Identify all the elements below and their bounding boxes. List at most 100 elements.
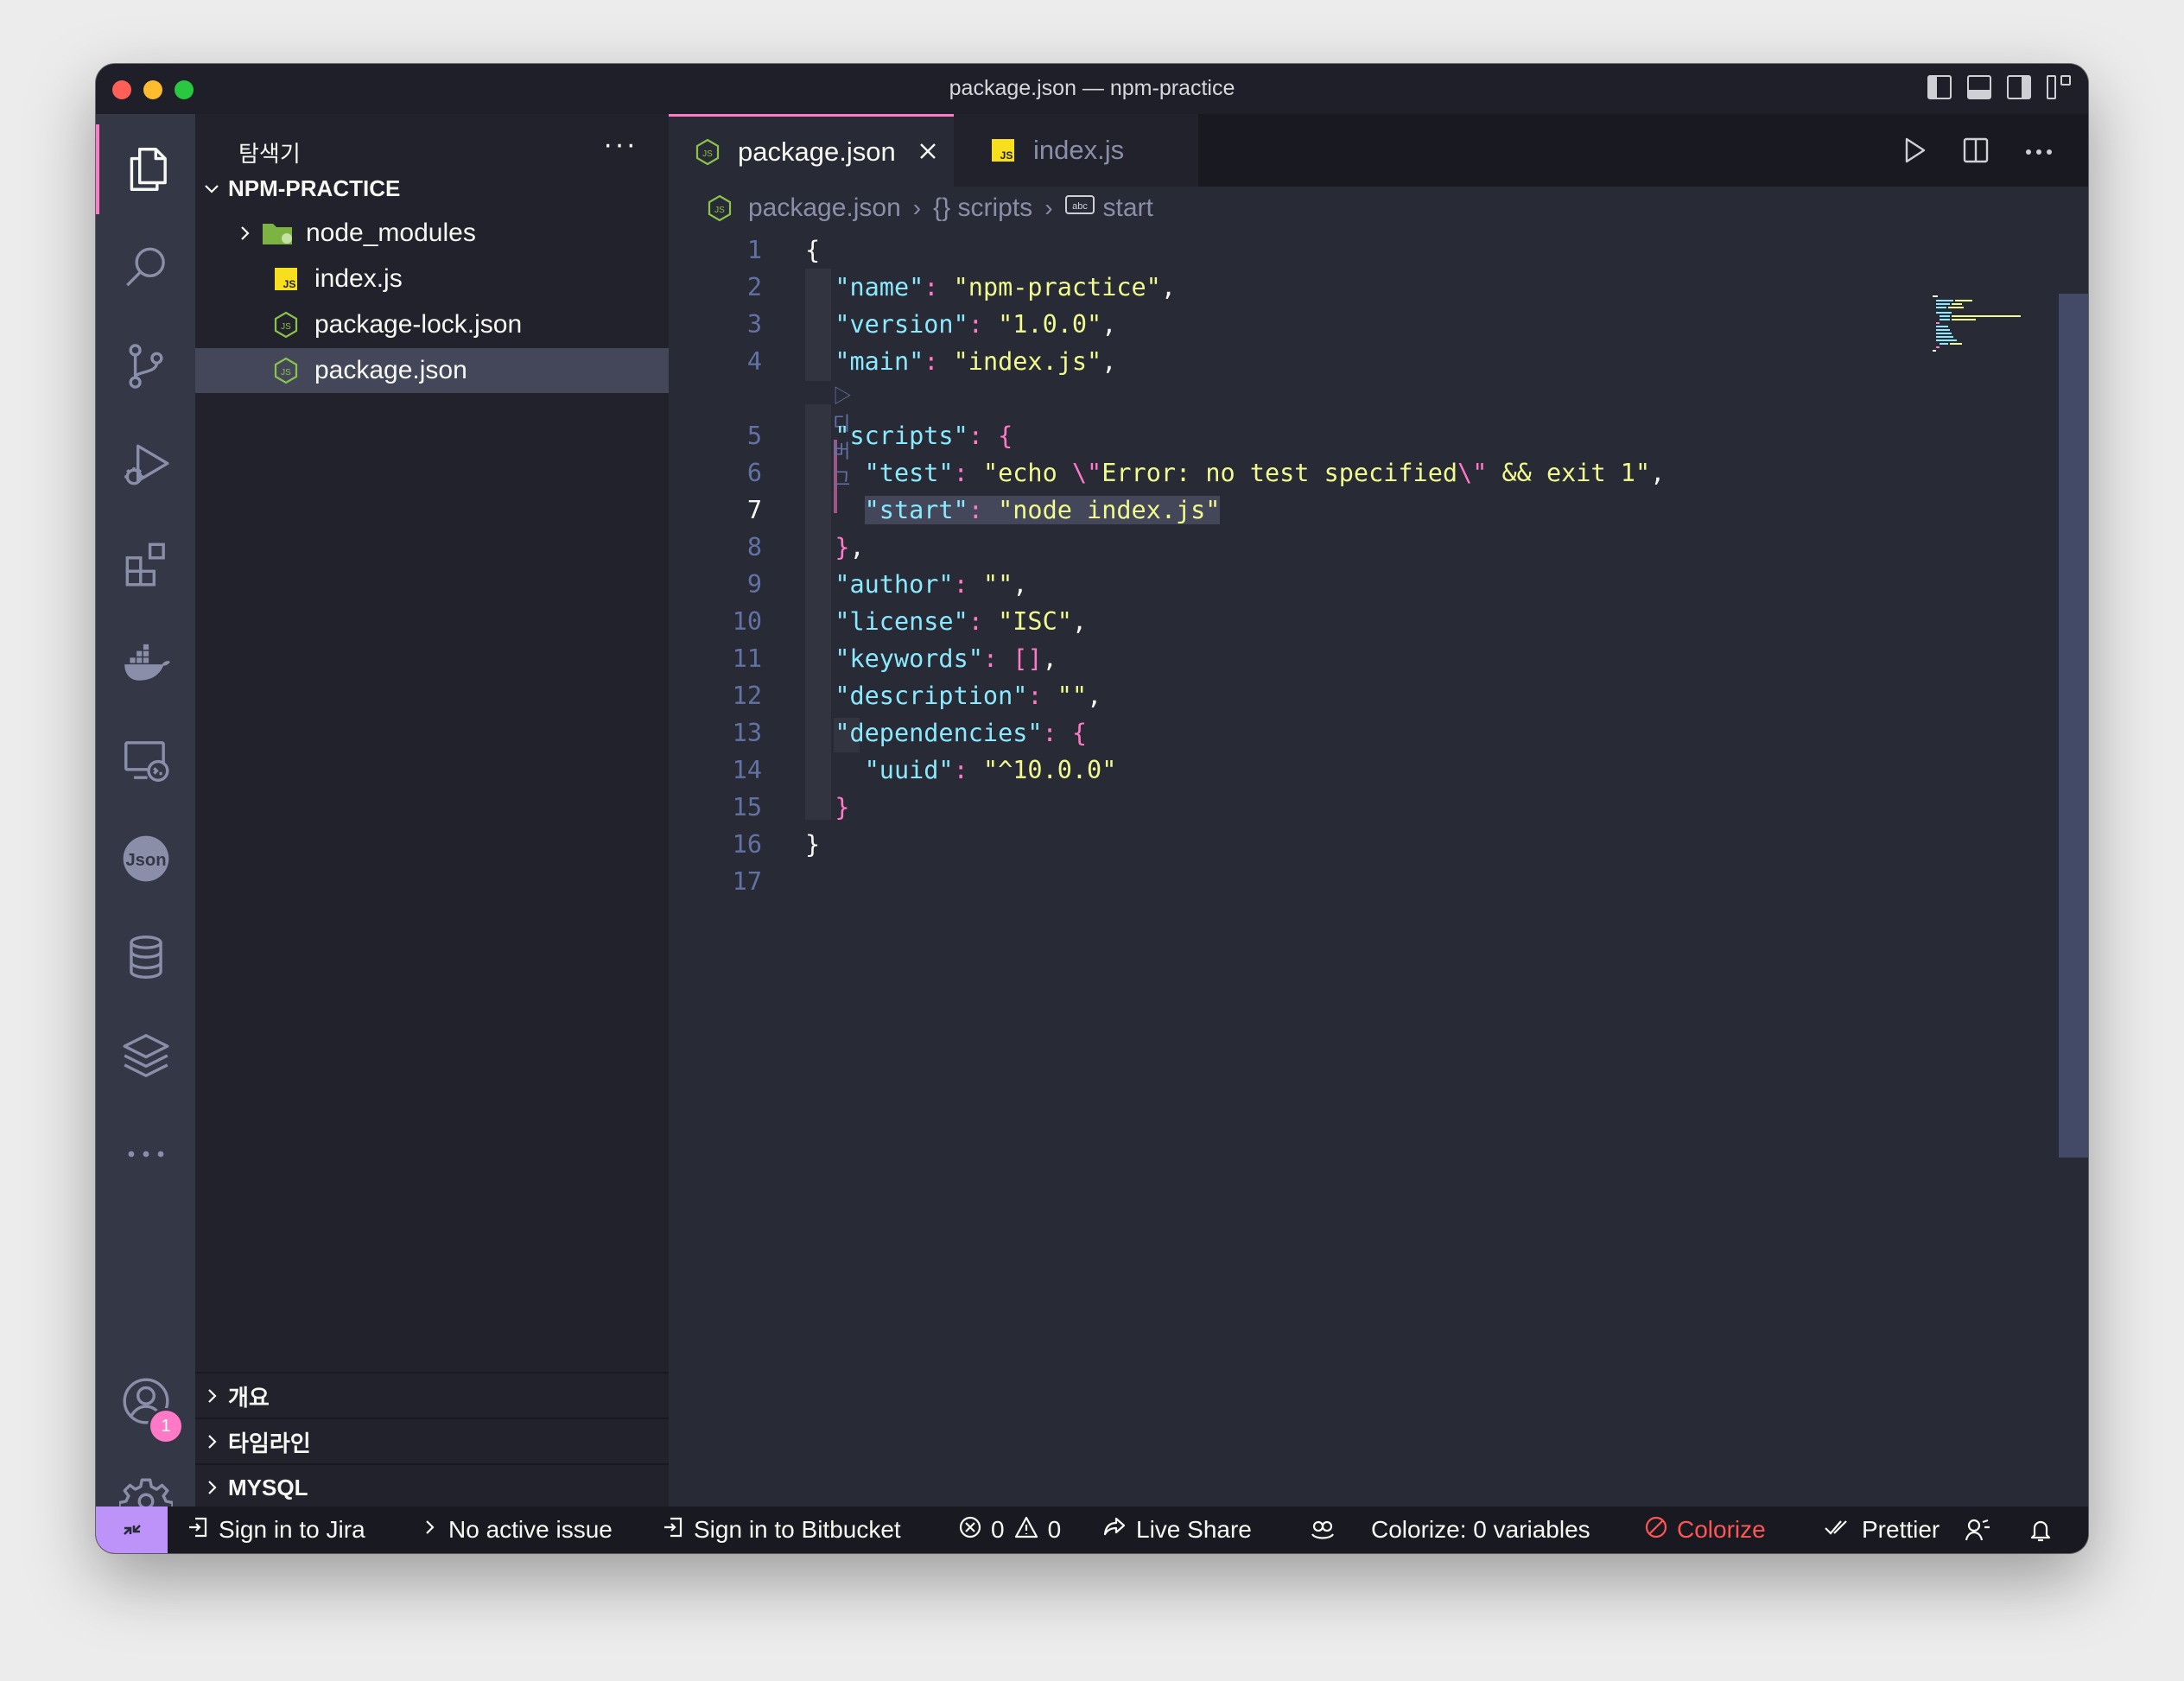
code-line: 1 {	[669, 232, 1999, 269]
accounts-badge: 1	[148, 1408, 184, 1444]
bitbucket-status[interactable]: Sign in to Bitbucket	[661, 1507, 901, 1553]
colorize-status[interactable]: Colorize	[1644, 1507, 1766, 1553]
editor-actions	[1901, 136, 2054, 168]
close-tab-icon[interactable]	[918, 136, 937, 168]
code-line: 16 }	[669, 826, 1999, 863]
tree-item-label: package-lock.json	[314, 310, 523, 339]
live-share-icon	[1102, 1515, 1127, 1545]
string-symbol-icon: abc	[1064, 193, 1095, 223]
activity-bar: Json 1	[96, 114, 195, 1528]
line-number: 13	[732, 719, 762, 747]
code-line: 5 "scripts": {	[669, 417, 1999, 454]
tab-index-js[interactable]: JS index.js	[954, 114, 1198, 187]
sign-in-icon	[661, 1515, 685, 1545]
code-editor[interactable]: JS package.json › {} scripts › abc start…	[669, 187, 2088, 1507]
colorize-variables-label: Colorize: 0 variables	[1371, 1516, 1590, 1543]
code-line: 10 "license": "ISC",	[669, 603, 1999, 640]
double-check-icon	[1824, 1516, 1853, 1545]
window-title: package.json — npm-practice	[949, 76, 1235, 100]
status-bar: Sign in to Jira No active issue Sign in …	[96, 1507, 2088, 1553]
svg-text:JS: JS	[702, 149, 713, 159]
run-debug-icon[interactable]	[96, 420, 195, 510]
search-icon[interactable]	[96, 223, 195, 313]
line-number: 4	[746, 347, 762, 376]
svg-text:JS: JS	[281, 368, 291, 377]
issue-label: No active issue	[448, 1516, 613, 1543]
prettier-status[interactable]: Prettier	[1824, 1507, 1940, 1553]
line-number: 7	[746, 496, 762, 524]
explorer-icon[interactable]	[96, 124, 195, 214]
remote-indicator[interactable]	[96, 1507, 168, 1553]
line-number: 17	[732, 867, 762, 896]
svg-text:Json: Json	[125, 851, 166, 870]
code-line: 11 "keywords": [],	[669, 640, 1999, 677]
tree-item-label: package.json	[314, 356, 467, 384]
colorize-label: Colorize	[1677, 1516, 1766, 1543]
warning-icon	[1013, 1515, 1039, 1545]
title-bar: package.json — npm-practice	[96, 64, 2088, 114]
split-editor-icon[interactable]	[1962, 136, 1990, 168]
tab-package-json[interactable]: JS package.json	[669, 114, 954, 187]
line-number: 2	[746, 273, 762, 301]
warning-count: 0	[1047, 1516, 1062, 1543]
editor-tabs: JS package.json JS index.js	[669, 114, 2088, 187]
copilot-status-icon[interactable]	[1309, 1507, 1336, 1553]
live-share-status[interactable]: Live Share	[1102, 1507, 1252, 1553]
toggle-secondary-sidebar-icon[interactable]	[2007, 75, 2031, 99]
mysql-section-header[interactable]: MYSQL	[195, 1463, 669, 1510]
disabled-icon	[1644, 1515, 1668, 1545]
node-json-file-icon: JS	[270, 310, 302, 339]
tree-item-package-lock-json[interactable]: JS package-lock.json	[195, 302, 669, 347]
svg-text:JS: JS	[281, 322, 291, 332]
extensions-icon[interactable]	[96, 518, 195, 608]
chevron-right-icon: ›	[912, 194, 922, 221]
vertical-scrollbar[interactable]	[2059, 294, 2088, 1158]
tree-item-package-json[interactable]: JS package.json	[195, 348, 669, 393]
code-line: 9 "author": "",	[669, 566, 1999, 603]
tree-item-index-js[interactable]: JS index.js	[195, 257, 669, 301]
section-label: 타임라인	[228, 1430, 311, 1456]
svg-text:abc: abc	[1072, 201, 1088, 212]
customize-layout-icon[interactable]	[2047, 75, 2071, 99]
accounts-icon[interactable]: 1	[96, 1356, 195, 1446]
chevron-right-icon	[195, 1432, 228, 1451]
database-icon[interactable]	[96, 912, 195, 1002]
more-actions-icon[interactable]	[2024, 145, 2054, 161]
project-section-header[interactable]: NPM-PRACTICE	[195, 166, 669, 211]
breadcrumb-key[interactable]: start	[1103, 193, 1153, 223]
accounts-feedback-icon[interactable]	[1964, 1507, 1991, 1553]
run-icon[interactable]	[1901, 136, 1927, 168]
toggle-panel-icon[interactable]	[1967, 75, 1991, 99]
line-number: 15	[732, 793, 762, 821]
source-control-icon[interactable]	[96, 321, 195, 411]
notifications-bell-icon[interactable]	[2028, 1507, 2054, 1553]
svg-text:JS: JS	[714, 206, 725, 215]
node-json-file-icon: JS	[703, 193, 736, 223]
docker-icon[interactable]	[96, 617, 195, 707]
problems-status[interactable]: 0 0	[958, 1507, 1061, 1553]
issue-status[interactable]: No active issue	[419, 1507, 613, 1553]
breadcrumb-object[interactable]: {} scripts	[933, 193, 1032, 223]
layout-controls	[1927, 75, 2071, 99]
toggle-primary-sidebar-icon[interactable]	[1927, 75, 1952, 99]
layers-icon[interactable]	[96, 1011, 195, 1101]
more-views-icon[interactable]	[96, 1109, 195, 1199]
explorer-more-actions[interactable]: ···	[603, 128, 638, 162]
colorize-variables-status[interactable]: Colorize: 0 variables	[1371, 1507, 1590, 1553]
remote-explorer-icon[interactable]	[96, 715, 195, 805]
timeline-section-header[interactable]: 타임라인	[195, 1418, 669, 1464]
tree-item-label: node_modules	[306, 219, 476, 247]
svg-text:JS: JS	[1000, 149, 1013, 162]
tree-item-node-modules[interactable]: node_modules	[195, 211, 669, 256]
section-label: MYSQL	[228, 1474, 308, 1500]
code-line: 13 "dependencies": {	[669, 714, 1999, 752]
line-number: 14	[732, 756, 762, 784]
outline-section-header[interactable]: 개요	[195, 1372, 669, 1418]
breadcrumb-file[interactable]: package.json	[748, 193, 901, 223]
code-line: 14 "uuid": "^10.0.0"	[669, 752, 1999, 789]
code-line: 2 "name": "npm-practice",	[669, 269, 1999, 306]
minimap[interactable]	[1929, 294, 2059, 354]
json-icon[interactable]: Json	[96, 814, 195, 904]
code-line: 3 "version": "1.0.0",	[669, 306, 1999, 343]
jira-status[interactable]: Sign in to Jira	[186, 1507, 365, 1553]
